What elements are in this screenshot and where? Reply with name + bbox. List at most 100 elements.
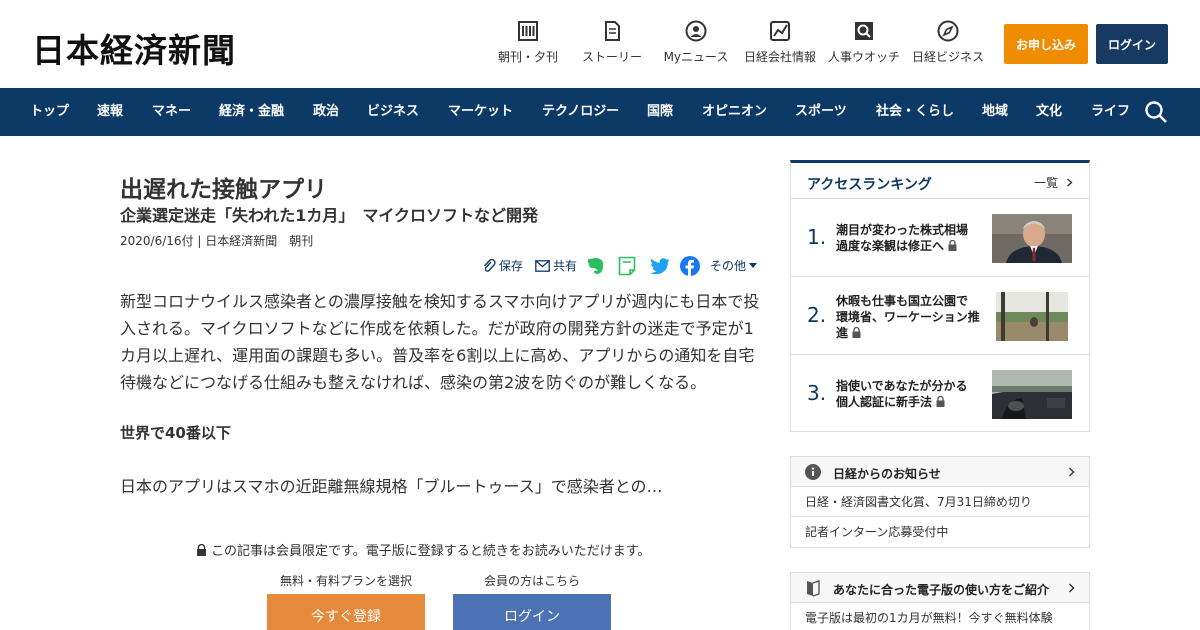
header-nav-company-info[interactable]: 日経会社情報 bbox=[742, 20, 818, 70]
login-button[interactable]: ログイン bbox=[1096, 24, 1168, 64]
more-share-button[interactable]: その他 bbox=[710, 257, 758, 274]
twitter-icon[interactable] bbox=[650, 258, 670, 274]
header-nav-personnel-watch[interactable]: 人事ウオッチ bbox=[826, 20, 902, 70]
share-button[interactable]: 共有 bbox=[535, 257, 577, 274]
ranking-all-link[interactable]: 一覧 bbox=[1034, 174, 1073, 191]
lock-icon bbox=[852, 327, 861, 338]
more-label: その他 bbox=[710, 259, 747, 273]
nav-item-region[interactable]: 地域 bbox=[982, 88, 1008, 136]
ranking-item[interactable]: 2. 休暇も仕事も国立公園で 環境省、ワーケーション推 進 bbox=[791, 277, 1089, 355]
site-header: 日本経済新聞 朝刊・夕刊 ストーリー Myニュース 日経会社情報 人事ウオッチ … bbox=[0, 0, 1200, 88]
apply-button[interactable]: お申し込み bbox=[1004, 24, 1088, 64]
article-body: 新型コロナウイルス感染者との濃厚接触を検知するスマホ向けアプリが週内にも日本で投… bbox=[120, 292, 760, 392]
nav-item-opinion[interactable]: オピニオン bbox=[702, 88, 767, 136]
header-nav-my-news[interactable]: Myニュース bbox=[662, 20, 730, 70]
ranking-headline-line: 個人認証に新手法 bbox=[836, 395, 933, 409]
newspaper-icon bbox=[518, 21, 538, 41]
ranking-all-label: 一覧 bbox=[1034, 176, 1059, 190]
person-icon bbox=[685, 20, 707, 42]
search-icon[interactable] bbox=[1144, 100, 1168, 124]
facebook-icon[interactable] bbox=[680, 256, 700, 276]
site-logo[interactable]: 日本経済新聞 bbox=[32, 24, 236, 72]
nav-item-business[interactable]: ビジネス bbox=[367, 88, 419, 136]
digital-guide-box: あなたに合った電子版の使い方をご紹介 電子版は最初の1カ月が無料！今すぐ無料体験 bbox=[790, 572, 1090, 630]
save-button[interactable]: 保存 bbox=[482, 257, 523, 274]
header-nav-label: ストーリー bbox=[581, 50, 642, 64]
article-title: 出遅れた接触アプリ bbox=[120, 177, 327, 203]
share-toolbar: 保存 共有 その他 bbox=[480, 254, 760, 278]
nav-item-technology[interactable]: テクノロジー bbox=[542, 88, 619, 136]
memo-icon[interactable] bbox=[618, 256, 636, 276]
chevron-right-icon bbox=[1069, 467, 1075, 477]
nikkei-notice-box: 日経からのお知らせ 日経・経済図書文化賞、7月31日締め切り 記者インターン応募… bbox=[790, 456, 1090, 548]
header-nav-morning-evening[interactable]: 朝刊・夕刊 bbox=[494, 20, 562, 70]
member-login-button[interactable]: ログイン bbox=[453, 594, 611, 630]
header-nav-story[interactable]: ストーリー bbox=[578, 20, 646, 70]
nav-item-politics[interactable]: 政治 bbox=[313, 88, 339, 136]
nav-item-world[interactable]: 国際 bbox=[647, 88, 673, 136]
thumbnail-park-image bbox=[996, 292, 1068, 341]
ranking-headline-line: 過度な楽観は修正へ bbox=[836, 239, 945, 253]
mail-icon bbox=[535, 259, 550, 272]
notice-title: 日経からのお知らせ bbox=[833, 467, 941, 481]
ranking-headline-line: 休暇も仕事も国立公園で bbox=[836, 294, 969, 308]
members-only-note: この記事は会員限定です。電子版に登録すると続きをお読みいただけます。 bbox=[196, 540, 650, 559]
nav-item-top[interactable]: トップ bbox=[30, 88, 69, 136]
nav-item-money[interactable]: マネー bbox=[152, 88, 191, 136]
header-nav-label: 日経会社情報 bbox=[743, 50, 816, 64]
nav-item-society[interactable]: 社会・くらし bbox=[876, 88, 954, 136]
nav-item-market[interactable]: マーケット bbox=[448, 88, 513, 136]
ranking-item[interactable]: 3. 指使いであなたが分かる 個人認証に新手法 bbox=[791, 355, 1089, 433]
ranking-headline: 指使いであなたが分かる 個人認証に新手法 bbox=[836, 378, 986, 410]
nav-item-breaking[interactable]: 速報 bbox=[97, 88, 123, 136]
guide-title: あなたに合った電子版の使い方をご紹介 bbox=[833, 583, 1050, 597]
article-subtitle: 企業選定迷走「失われた1カ月」 マイクロソフトなど開発 bbox=[120, 206, 539, 225]
book-icon bbox=[807, 580, 820, 597]
register-now-button[interactable]: 今すぐ登録 bbox=[267, 594, 425, 630]
evernote-icon[interactable] bbox=[587, 256, 605, 276]
notice-header[interactable]: 日経からのお知らせ bbox=[791, 457, 1089, 487]
ranking-headline-line: 進 bbox=[836, 326, 849, 340]
members-only-text: この記事は会員限定です。電子版に登録すると続きをお読みいただけます。 bbox=[211, 544, 651, 559]
member-login-label: 会員の方はこちら bbox=[483, 574, 580, 588]
notice-item[interactable]: 記者インターン応募受付中 bbox=[791, 517, 1089, 547]
ranking-headline: 休暇も仕事も国立公園で 環境省、ワーケーション推 進 bbox=[836, 293, 986, 341]
ranking-number: 2. bbox=[807, 303, 827, 327]
header-nav-label: 日経ビジネス bbox=[911, 50, 984, 64]
ranking-headline-line: 指使いであなたが分かる bbox=[836, 379, 968, 393]
notice-item[interactable]: 日経・経済図書文化賞、7月31日締め切り bbox=[791, 487, 1089, 517]
ranking-headline: 潮目が変わった株式相場 過度な楽観は修正へ bbox=[836, 222, 986, 254]
ranking-title: アクセスランキング bbox=[807, 177, 932, 193]
info-icon bbox=[805, 464, 821, 480]
share-label: 共有 bbox=[553, 259, 578, 273]
header-nav-label: 人事ウオッチ bbox=[827, 50, 900, 64]
lock-icon bbox=[936, 396, 945, 407]
main-nav: トップ 速報 マネー 経済・金融 政治 ビジネス マーケット テクノロジー 国際… bbox=[0, 88, 1200, 136]
caret-down-icon bbox=[749, 262, 758, 268]
nav-item-sports[interactable]: スポーツ bbox=[795, 88, 847, 136]
chevron-right-icon bbox=[1069, 583, 1075, 593]
chart-icon bbox=[770, 21, 790, 41]
ranking-item[interactable]: 1. 潮目が変わった株式相場 過度な楽観は修正へ bbox=[791, 199, 1089, 277]
ranking-number: 3. bbox=[807, 381, 827, 405]
guide-item[interactable]: 電子版は最初の1カ月が無料！今すぐ無料体験 bbox=[791, 603, 1089, 630]
ranking-headline-line: 潮目が変わった株式相場 bbox=[836, 223, 969, 237]
nav-item-culture[interactable]: 文化 bbox=[1036, 88, 1062, 136]
article-meta: 2020/6/16付 | 日本経済新聞 朝刊 bbox=[120, 234, 314, 248]
ranking-headline-line: 環境省、ワーケーション推 bbox=[836, 310, 980, 324]
save-label: 保存 bbox=[499, 259, 524, 273]
lock-icon bbox=[948, 240, 957, 251]
thumbnail-portrait-image bbox=[992, 214, 1072, 263]
guide-header[interactable]: あなたに合った電子版の使い方をご紹介 bbox=[791, 573, 1089, 603]
ranking-number: 1. bbox=[807, 225, 827, 249]
nav-item-economy[interactable]: 経済・金融 bbox=[219, 88, 284, 136]
article-body-continued: 日本のアプリはスマホの近距離無線規格「ブルートゥース」で感染者との… bbox=[120, 477, 663, 496]
access-ranking: アクセスランキング 一覧 1. 潮目が変わった株式相場 過度な楽観は修正へ 2.… bbox=[790, 160, 1090, 432]
thumbnail-car-interior-image bbox=[992, 370, 1072, 419]
clip-icon bbox=[483, 258, 496, 272]
header-nav-label: 朝刊・夕刊 bbox=[497, 50, 558, 64]
nav-item-life[interactable]: ライフ bbox=[1091, 88, 1130, 136]
ranking-header: アクセスランキング 一覧 bbox=[791, 163, 1089, 199]
article-section-heading: 世界で40番以下 bbox=[120, 424, 231, 442]
header-nav-nikkei-business[interactable]: 日経ビジネス bbox=[910, 20, 986, 70]
